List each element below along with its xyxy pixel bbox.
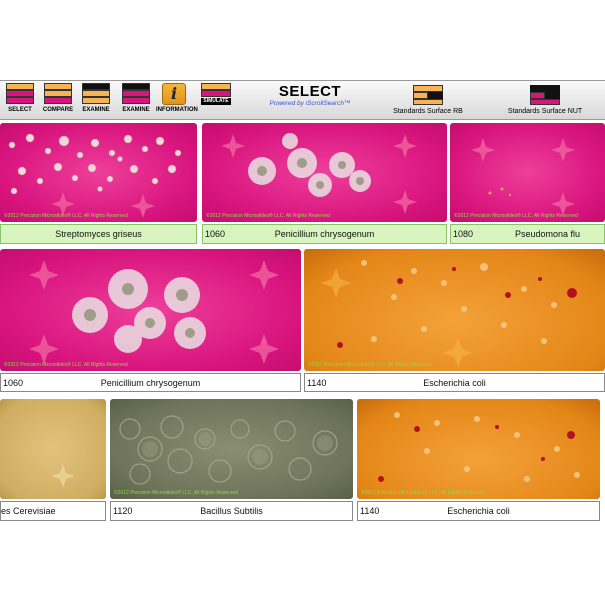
plate-image: ©2012 Precision Microslides® LLC. All Ri… [0,249,301,371]
specimen-tile[interactable]: ©2012 Precision Microslides® LLC. All Ri… [357,399,600,521]
plate-image: ©2012 Precision Microslides® LLC. All Ri… [304,249,605,371]
specimen-caption: 1060 Penicillium chrysogenum [0,373,301,392]
copyright-text: ©2012 Precision Microslides® LLC. All Ri… [4,362,128,368]
select-label: SELECT [8,107,32,113]
specimen-name: Bacillus Subtilis [200,506,263,516]
copyright-text: ©2012 Precision Microslides® LLC. All Ri… [308,362,432,368]
specimen-caption: es Cerevisiae [0,501,106,521]
examine-label-1: EXAMINE [82,107,110,113]
specimen-name: Penicillium chrysogenum [274,229,375,239]
copyright-text: ©2012 Precision Microslides® LLC. All Ri… [114,490,238,496]
simulate-button[interactable]: SIMULATE [198,83,234,105]
standards-rb-label: Standards Surface RB [393,108,463,115]
examine-label-2: EXAMINE [122,107,150,113]
examine-button-1[interactable]: EXAMINE [78,83,114,113]
specimen-caption: 1060 Penicillium chrysogenum [202,224,447,244]
information-button[interactable]: i INFORMATION [156,83,198,113]
standards-nut-icon [530,85,560,105]
examine-button-2[interactable]: EXAMINE [118,83,154,113]
specimen-tile[interactable]: ©2012 Precision Microslides® LLC. All Ri… [304,249,605,392]
compare-button[interactable]: COMPARE [40,83,76,113]
examine-icon [82,83,110,105]
info-icon: i [162,83,186,105]
specimen-caption: 1140 Escherichia coli [304,373,605,392]
copyright-text: ©2012 Precision Microslides® LLC. All Ri… [361,490,485,496]
specimen-name: Streptomyces griseus [55,229,142,239]
select-button[interactable]: SELECT [2,83,38,113]
copyright-text: ©2012 Precision Microslides® LLC. All Ri… [206,213,330,219]
specimen-caption: 1120 Bacillus Subtilis [110,501,353,521]
specimen-name: es Cerevisiae [1,506,56,516]
specimen-tile[interactable]: es Cerevisiae [0,399,106,521]
specimen-caption: Streptomyces griseus [0,224,197,244]
specimen-tile[interactable]: ©2012 Precision Microslides® LLC. All Ri… [0,249,301,392]
plate-image: ©2012 Precision Microslides® LLC. All Ri… [357,399,600,499]
standards-rb-button[interactable]: Standards Surface RB [388,85,468,115]
plate-image: ©2012 Precision Microslides® LLC. All Ri… [450,123,605,222]
specimen-tile[interactable]: ©2012 Precision Microslides® LLC. All Ri… [450,123,605,244]
select-icon [6,83,34,105]
specimen-tile[interactable]: ©2012 Precision Microslides® LLC. All Ri… [202,123,447,244]
examine-detail-icon [122,83,150,105]
specimen-tile[interactable]: ©2012 Precision Microslides® LLC. All Ri… [110,399,353,521]
specimen-caption: 1140 Escherichia coli [357,501,600,521]
specimen-number: 1080 [453,229,474,239]
specimen-name: Escherichia coli [423,377,486,388]
simulate-label: SIMULATE [201,98,231,105]
plate-image: ©2012 Precision Microslides® LLC. All Ri… [0,123,197,222]
page-title: SELECT [278,83,342,100]
compare-icon [44,83,72,105]
plate-image [0,399,106,499]
copyright-text: ©2012 Precision Microslides® LLC. All Ri… [454,213,578,219]
page-subtitle: Powered by iScrollSearch™ [269,100,351,107]
plate-image: ©2012 Precision Microslides® LLC. All Ri… [110,399,353,499]
standards-nut-label: Standards Surface NUT [507,108,583,115]
specimen-name: Penicillium chrysogenum [100,377,201,388]
page-title-block: SELECT Powered by iScrollSearch™ [250,83,370,107]
specimen-name: Escherichia coli [447,506,510,516]
plate-image: ©2012 Precision Microslides® LLC. All Ri… [202,123,447,222]
standards-nut-button[interactable]: Standards Surface NUT [500,85,590,115]
specimen-name: Pseudomona flu [514,229,581,239]
specimen-caption: 1080 Pseudomona flu [450,224,605,244]
top-toolbar: SELECT COMPARE EXAMINE EXAMINE i INFORMA… [0,80,605,120]
specimen-tile[interactable]: ©2012 Precision Microslides® LLC. All Ri… [0,123,197,244]
simulate-icon: SIMULATE [201,83,231,105]
compare-label: COMPARE [42,107,74,113]
information-label: INFORMATION [156,107,198,113]
copyright-text: ©2012 Precision Microslides® LLC. All Ri… [4,213,128,219]
standards-rb-icon [413,85,443,105]
